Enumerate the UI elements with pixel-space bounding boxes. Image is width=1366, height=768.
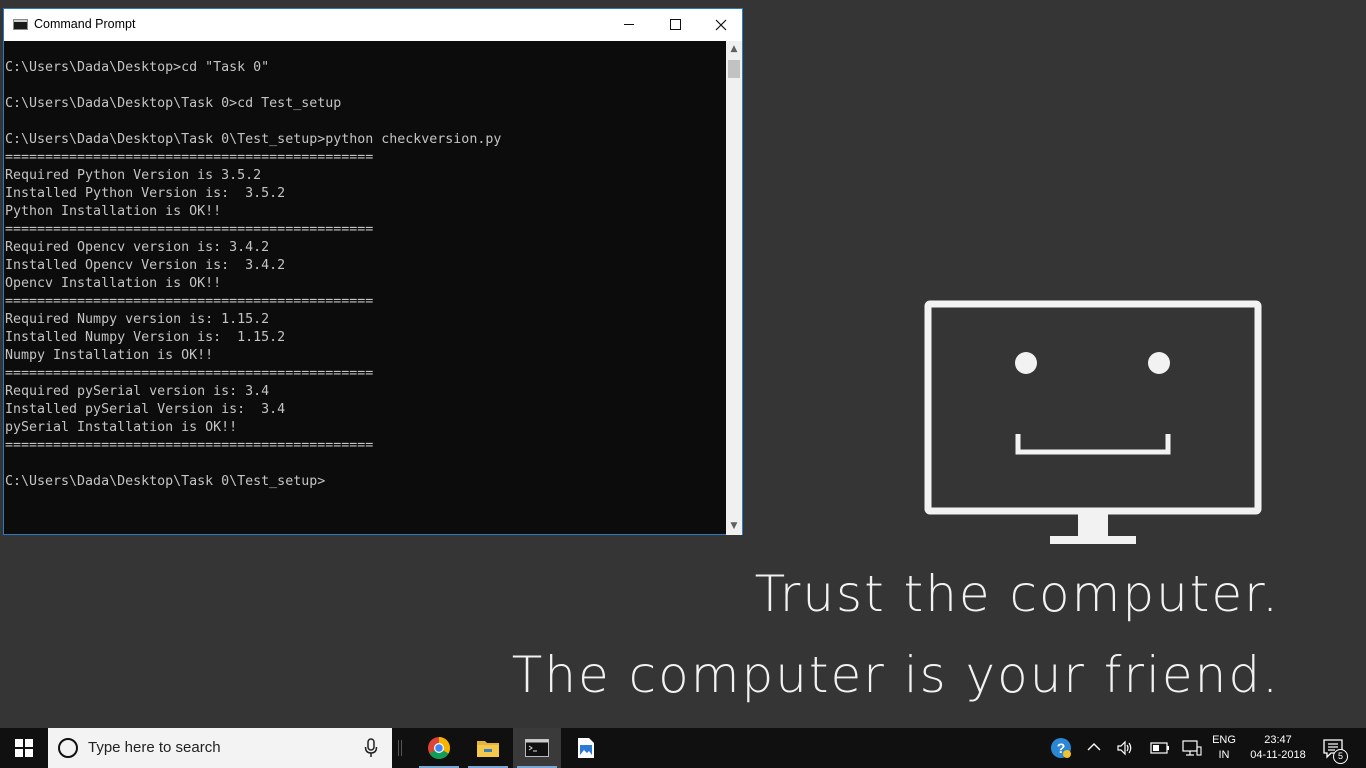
console-text: C:\Users\Dada\Desktop>cd "Task 0" C:\Use… xyxy=(5,60,502,489)
cmd-app-icon[interactable] xyxy=(13,19,28,30)
taskbar-search-box[interactable]: Type here to search xyxy=(48,728,392,768)
taskbar-clock[interactable]: 23:47 04-11-2018 xyxy=(1243,733,1313,763)
network-icon[interactable] xyxy=(1182,739,1202,757)
wallpaper-text-line-1: Trust the computer. xyxy=(754,565,1280,623)
close-button[interactable] xyxy=(698,9,744,40)
task-view-icon[interactable] xyxy=(398,740,402,756)
notification-count-badge: 5 xyxy=(1333,749,1348,764)
taskbar-app-file-explorer[interactable] xyxy=(464,728,512,768)
vertical-scrollbar[interactable]: ▲ ▼ xyxy=(726,41,742,535)
taskbar-app-chrome[interactable] xyxy=(415,728,463,768)
taskbar-app-photos[interactable] xyxy=(562,728,610,768)
maximize-icon xyxy=(669,19,681,30)
cmd-icon xyxy=(525,739,549,757)
minimize-button[interactable] xyxy=(606,9,652,40)
command-prompt-window[interactable]: Command Prompt C:\Users\Dada\Desktop>cd … xyxy=(3,8,743,535)
window-titlebar[interactable]: Command Prompt xyxy=(4,9,742,41)
microphone-icon[interactable] xyxy=(364,738,378,758)
minimize-icon xyxy=(624,24,634,25)
input-language-indicator[interactable]: ENG IN xyxy=(1207,733,1241,763)
language-code: ENG xyxy=(1212,734,1236,746)
start-button[interactable] xyxy=(0,728,48,768)
volume-icon[interactable] xyxy=(1116,739,1134,757)
image-icon xyxy=(578,738,594,758)
battery-icon[interactable] xyxy=(1150,741,1170,755)
desktop: Trust the computer. The computer is your… xyxy=(0,0,1366,728)
windows-logo-icon xyxy=(15,739,33,757)
scroll-up-arrow-icon[interactable]: ▲ xyxy=(726,41,742,58)
help-tips-icon[interactable]: ? xyxy=(1050,737,1072,759)
scrollbar-thumb[interactable] xyxy=(728,60,740,78)
taskbar-app-command-prompt[interactable] xyxy=(513,728,561,768)
folder-icon xyxy=(477,741,499,757)
wallpaper-text-line-2: The computer is your friend. xyxy=(511,646,1280,704)
scroll-down-arrow-icon[interactable]: ▼ xyxy=(726,518,742,535)
clock-time: 23:47 xyxy=(1264,734,1292,746)
chevron-up-icon[interactable] xyxy=(1086,740,1102,754)
console-output-area[interactable]: C:\Users\Dada\Desktop>cd "Task 0" C:\Use… xyxy=(4,41,725,535)
chrome-icon xyxy=(428,737,450,759)
search-icon xyxy=(58,738,78,758)
close-icon xyxy=(715,19,727,30)
window-title: Command Prompt xyxy=(34,17,136,31)
wallpaper-monitor-illustration xyxy=(924,300,1262,544)
taskbar: Type here to search ? ENG IN 23:47 04-11… xyxy=(0,728,1366,768)
maximize-button[interactable] xyxy=(652,9,698,40)
keyboard-region: IN xyxy=(1218,749,1230,761)
clock-date: 04-11-2018 xyxy=(1250,749,1306,761)
search-placeholder: Type here to search xyxy=(88,739,221,756)
